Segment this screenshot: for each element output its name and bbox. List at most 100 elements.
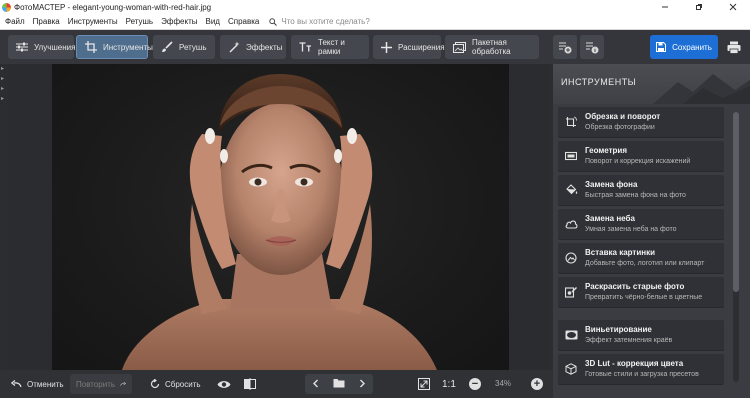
folder-icon[interactable] [333,378,345,390]
menu-item-effects[interactable]: Эффекты [157,17,201,26]
tool-colorize[interactable]: Раскрасить старые фото Превратить чёрно-… [558,277,724,307]
tool-subtitle: Готовые стили и загрузка пресетов [585,371,699,378]
menu-item-file[interactable]: Файл [0,17,29,26]
print-button[interactable] [722,35,746,59]
batch-icon [453,41,466,53]
geometry-icon [564,149,578,163]
tools-scrollbar[interactable] [733,112,739,382]
expand-arrow-icon[interactable]: ▸ [1,96,7,102]
tab-label: Инструменты [103,42,153,52]
zoom-in-button[interactable]: + [527,374,547,394]
tool-title: Замена неба [585,214,635,223]
tab-text-frames[interactable]: Текст и рамки [291,35,369,59]
save-icon [656,42,667,52]
prev-image-icon[interactable] [312,379,320,390]
cube-icon [564,362,578,376]
tool-subtitle: Поворот и коррекция искажений [585,158,691,165]
tab-enhancements[interactable]: Улучшения [8,35,76,59]
tool-vignette[interactable]: Виньетирование Эффект затемнения краёв [558,320,724,350]
scrollbar-thumb[interactable] [733,112,739,292]
text-icon [299,42,311,52]
reset-icon [150,379,160,389]
plus-icon [381,41,392,53]
tool-title: Обрезка и поворот [585,112,661,121]
tool-title: Раскрасить старые фото [585,282,685,291]
tool-title: Вставка картинки [585,248,656,257]
tool-title: 3D Lut - коррекция цвета [585,359,684,368]
tools-panel: ИНСТРУМЕНТЫ Обрезка и поворот Обрезка фо… [553,64,750,398]
fullscreen-icon [418,378,430,390]
compare-icon [244,378,256,390]
menu-bar: Файл Правка Инструменты Ретушь Эффекты В… [0,14,750,30]
tab-extensions[interactable]: Расширения [373,35,445,59]
tool-background-replace[interactable]: Замена фона Быстрая замена фона на фото [558,175,724,205]
menu-item-help[interactable]: Справка [224,17,263,26]
minus-icon: − [469,378,481,390]
tool-geometry[interactable]: Геометрия Поворот и коррекция искажений [558,141,724,171]
redo-label: Повторить [76,379,116,389]
tab-label: Текст и рамки [318,38,345,56]
tab-tools[interactable]: Инструменты [76,35,153,59]
redo-button[interactable]: Повторить [70,374,132,394]
title-bar: ФотоМАСТЕР - elegant-young-woman-with-re… [0,0,750,14]
expand-arrow-icon[interactable]: ▸ [1,86,7,92]
tab-label: Эффекты [246,42,283,52]
menu-item-view[interactable]: Вид [201,17,223,26]
menu-item-tools[interactable]: Инструменты [64,17,122,26]
image-canvas[interactable] [8,64,549,370]
app-logo-icon [2,2,11,12]
search-icon [269,17,278,26]
tool-subtitle: Превратить чёрно-белые в цветные [585,294,703,301]
window-controls [648,0,750,14]
expand-arrow-icon[interactable]: ▸ [1,76,7,82]
reset-button[interactable]: Сбросить [144,374,207,394]
tab-batch-processing[interactable]: Пакетная обработка [445,35,539,59]
zoom-level: 34% [495,379,512,388]
tool-title: Замена фона [585,180,638,189]
tool-subtitle: Обрезка фотографии [585,124,655,131]
main-toolbar: Улучшения Инструменты Ретушь Эффекты Тек… [0,30,750,64]
plus-icon: + [531,378,543,390]
next-image-icon[interactable] [358,379,366,390]
bottom-bar: Отменить Повторить Сбросить 1:1 − 34% + [0,370,553,398]
compare-button[interactable] [240,374,260,394]
maximize-icon[interactable] [682,0,716,14]
print-icon [727,41,741,54]
history-info-button[interactable] [580,35,604,59]
tool-list: Обрезка и поворот Обрезка фотографии Гео… [558,107,731,397]
tool-crop-rotate[interactable]: Обрезка и поворот Обрезка фотографии [558,107,724,137]
preview-button[interactable] [214,374,234,394]
actual-size-button[interactable]: 1:1 [442,379,456,390]
search-input[interactable]: Что вы хотите сделать? [281,17,369,26]
tab-label: Пакетная обработка [472,38,511,56]
undo-icon [11,380,22,388]
image-navigation [305,374,373,394]
tool-subtitle: Добавьте фото, логотип или клипарт [585,260,705,267]
tool-title: Виньетирование [585,325,652,334]
history-add-button[interactable] [553,35,577,59]
tab-effects[interactable]: Эффекты [220,35,286,59]
redo-icon [120,381,126,386]
tool-sky-replace[interactable]: Замена неба Умная замена неба на фото [558,209,724,239]
history-info-icon [586,42,599,54]
menu-item-retouch[interactable]: Ретушь [122,17,158,26]
search-box[interactable]: Что вы хотите сделать? [269,17,370,26]
magic-icon [229,41,240,53]
tab-retouch[interactable]: Ретушь [153,35,215,59]
tool-subtitle: Умная замена неба на фото [585,226,677,233]
left-panel-strip[interactable]: ▸ ▸ ▸ ▸ [0,64,8,370]
save-button[interactable]: Сохранить [650,35,718,59]
tab-label: Расширения [398,42,445,52]
crop-icon [85,41,97,53]
zoom-out-button[interactable]: − [465,374,485,394]
tool-insert-image[interactable]: Вставка картинки Добавьте фото, логотип … [558,243,724,273]
cloud-icon [564,217,578,231]
expand-arrow-icon[interactable]: ▸ [1,66,7,72]
menu-item-edit[interactable]: Правка [29,17,64,26]
minimize-icon[interactable] [648,0,682,14]
undo-button[interactable]: Отменить [5,374,70,394]
close-icon[interactable] [716,0,750,14]
fit-screen-button[interactable] [414,374,434,394]
tool-3d-lut[interactable]: 3D Lut - коррекция цвета Готовые стили и… [558,354,724,384]
tab-label: Улучшения [34,42,76,52]
